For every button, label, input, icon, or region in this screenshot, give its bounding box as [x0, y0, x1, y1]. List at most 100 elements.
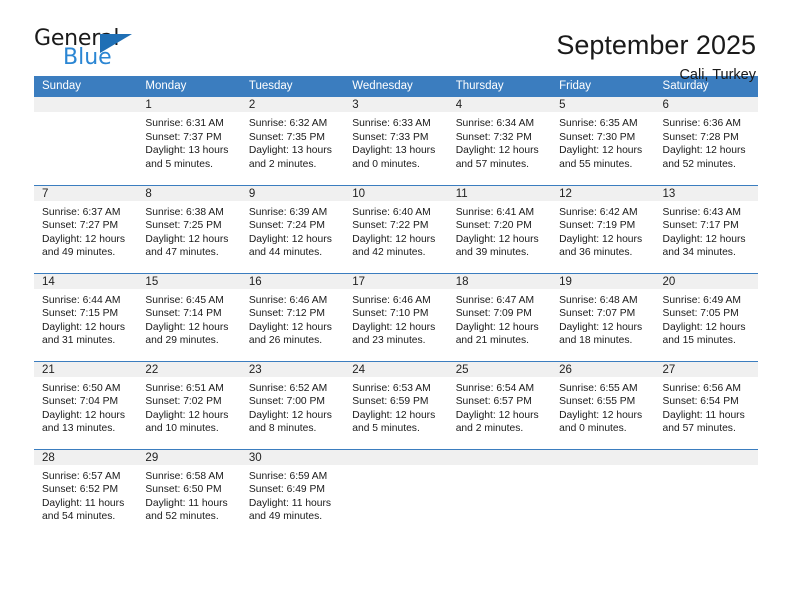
sunset-text: Sunset: 7:07 PM — [559, 308, 636, 320]
calendar-body: 1 Sunrise: 6:31 AM Sunset: 7:37 PM Daylight… — [34, 97, 758, 537]
calendar-day-cell[interactable]: 12 Sunrise: 6:42 AM Sunset: 7:19 PM Dayligh… — [551, 184, 655, 273]
daylight-text-line2: and 49 minutes. — [42, 247, 116, 259]
calendar-day-cell[interactable]: 4 Sunrise: 6:34 AM Sunset: 7:32 PM Daylight… — [447, 97, 552, 185]
sunset-text: Sunset: 7:09 PM — [455, 308, 532, 320]
day-number: 19 — [551, 273, 655, 289]
calendar-week-row: 28 Sunrise: 6:57 AM Sunset: 6:52 PM Dayligh… — [34, 448, 758, 537]
calendar-day-cell[interactable]: 10 Sunrise: 6:40 AM Sunset: 7:22 PM Dayligh… — [344, 184, 448, 273]
day-detail-lines: Sunrise: 6:50 AM Sunset: 7:04 PM Daylight:… — [34, 377, 137, 436]
calendar-day-cell[interactable]: 18 Sunrise: 6:47 AM Sunset: 7:09 PM Dayligh… — [447, 272, 552, 361]
page-title: September 2025 — [556, 30, 756, 60]
calendar-day-cell[interactable]: 14 Sunrise: 6:44 AM Sunset: 7:15 PM Dayligh… — [34, 272, 138, 361]
daylight-text-line2: and 29 minutes. — [145, 335, 219, 347]
calendar-day-cell[interactable]: 9 Sunrise: 6:39 AM Sunset: 7:24 PM Daylight… — [240, 184, 345, 273]
day-detail-lines: Sunrise: 6:54 AM Sunset: 6:57 PM Daylight:… — [448, 377, 551, 436]
daylight-text-line1: Daylight: 12 hours — [352, 321, 436, 333]
daylight-text-line2: and 57 minutes. — [662, 423, 736, 435]
sunset-text: Sunset: 6:59 PM — [352, 396, 429, 408]
daylight-text-line1: Daylight: 12 hours — [559, 145, 643, 157]
sunset-text: Sunset: 7:22 PM — [352, 220, 429, 232]
day-detail-lines: Sunrise: 6:46 AM Sunset: 7:12 PM Daylight:… — [241, 289, 344, 348]
calendar-day-cell[interactable]: 25 Sunrise: 6:54 AM Sunset: 6:57 PM Dayligh… — [447, 360, 552, 449]
day-number — [344, 449, 448, 465]
day-detail-lines: Sunrise: 6:35 AM Sunset: 7:30 PM Daylight:… — [551, 112, 654, 171]
calendar-day-cell[interactable]: 13 Sunrise: 6:43 AM Sunset: 7:17 PM Dayligh… — [654, 184, 758, 273]
day-number: 27 — [654, 361, 758, 377]
calendar-day-cell[interactable]: 27 Sunrise: 6:56 AM Sunset: 6:54 PM Dayligh… — [654, 360, 758, 449]
sunset-text: Sunset: 7:20 PM — [455, 220, 532, 232]
daylight-text-line1: Daylight: 13 hours — [145, 145, 229, 157]
calendar-day-cell[interactable]: 5 Sunrise: 6:35 AM Sunset: 7:30 PM Daylight… — [551, 97, 655, 185]
weekday-header-sunday: Sunday — [34, 76, 138, 97]
calendar-day-cell[interactable]: 24 Sunrise: 6:53 AM Sunset: 6:59 PM Dayligh… — [344, 360, 448, 449]
calendar-day-cell[interactable]: 17 Sunrise: 6:46 AM Sunset: 7:10 PM Dayligh… — [344, 272, 448, 361]
sunrise-text: Sunrise: 6:37 AM — [42, 206, 121, 218]
sunset-text: Sunset: 7:37 PM — [145, 131, 222, 143]
sunrise-text: Sunrise: 6:58 AM — [145, 470, 224, 482]
day-detail-lines: Sunrise: 6:37 AM Sunset: 7:27 PM Daylight:… — [34, 201, 137, 260]
calendar-day-cell[interactable]: 16 Sunrise: 6:46 AM Sunset: 7:12 PM Dayligh… — [240, 272, 345, 361]
daylight-text-line1: Daylight: 12 hours — [559, 409, 643, 421]
daylight-text-line2: and 8 minutes. — [248, 423, 317, 435]
day-number: 5 — [551, 97, 655, 112]
calendar-day-cell[interactable]: 30 Sunrise: 6:59 AM Sunset: 6:49 PM Dayligh… — [240, 448, 345, 537]
calendar-day-cell[interactable]: 29 Sunrise: 6:58 AM Sunset: 6:50 PM Dayligh… — [137, 448, 241, 537]
sunrise-text: Sunrise: 6:35 AM — [559, 118, 638, 129]
sunset-text: Sunset: 7:33 PM — [352, 131, 429, 143]
daylight-text-line1: Daylight: 12 hours — [559, 321, 643, 333]
daylight-text-line1: Daylight: 12 hours — [42, 409, 125, 421]
daylight-text-line1: Daylight: 12 hours — [248, 409, 332, 421]
weekday-header-thursday: Thursday — [447, 76, 552, 97]
calendar-day-cell[interactable]: 6 Sunrise: 6:36 AM Sunset: 7:28 PM Daylight… — [654, 97, 758, 185]
calendar-day-cell[interactable]: 26 Sunrise: 6:55 AM Sunset: 6:55 PM Dayligh… — [551, 360, 655, 449]
calendar-day-cell[interactable]: 3 Sunrise: 6:33 AM Sunset: 7:33 PM Daylight… — [344, 97, 448, 185]
day-detail-lines: Sunrise: 6:38 AM Sunset: 7:25 PM Daylight:… — [137, 201, 240, 260]
daylight-text-line1: Daylight: 12 hours — [455, 321, 539, 333]
sunset-text: Sunset: 6:50 PM — [145, 484, 222, 496]
day-number: 20 — [654, 273, 758, 289]
calendar-day-cell[interactable]: 19 Sunrise: 6:48 AM Sunset: 7:07 PM Dayligh… — [551, 272, 655, 361]
day-detail-lines: Sunrise: 6:52 AM Sunset: 7:00 PM Daylight:… — [241, 377, 344, 436]
sunset-text: Sunset: 7:05 PM — [662, 308, 739, 320]
sunrise-text: Sunrise: 6:45 AM — [145, 294, 224, 306]
calendar-day-cell[interactable]: 22 Sunrise: 6:51 AM Sunset: 7:02 PM Dayligh… — [137, 360, 241, 449]
day-detail-lines — [551, 465, 654, 470]
sunset-text: Sunset: 7:12 PM — [248, 308, 325, 320]
day-number: 30 — [240, 449, 345, 465]
calendar-day-cell[interactable]: 23 Sunrise: 6:52 AM Sunset: 7:00 PM Dayligh… — [240, 360, 345, 449]
sunrise-text: Sunrise: 6:44 AM — [42, 294, 121, 306]
calendar-day-cell[interactable]: 7 Sunrise: 6:37 AM Sunset: 7:27 PM Daylight… — [34, 184, 138, 273]
calendar-day-cell[interactable]: 11 Sunrise: 6:41 AM Sunset: 7:20 PM Dayligh… — [447, 184, 552, 273]
daylight-text-line2: and 52 minutes. — [145, 511, 219, 523]
daylight-text-line2: and 26 minutes. — [248, 335, 323, 347]
sunrise-text: Sunrise: 6:41 AM — [455, 206, 535, 218]
calendar-day-cell[interactable]: 2 Sunrise: 6:32 AM Sunset: 7:35 PM Daylight… — [240, 97, 345, 185]
daylight-text-line1: Daylight: 11 hours — [248, 497, 332, 509]
calendar-day-cell[interactable]: 15 Sunrise: 6:45 AM Sunset: 7:14 PM Dayligh… — [137, 272, 241, 361]
calendar-day-cell[interactable]: 1 Sunrise: 6:31 AM Sunset: 7:37 PM Daylight… — [137, 97, 241, 185]
calendar-day-cell[interactable]: 21 Sunrise: 6:50 AM Sunset: 7:04 PM Dayligh… — [34, 360, 138, 449]
calendar-day-cell[interactable]: 8 Sunrise: 6:38 AM Sunset: 7:25 PM Daylight… — [137, 184, 241, 273]
daylight-text-line2: and 23 minutes. — [352, 335, 426, 347]
day-number — [447, 449, 552, 465]
day-number: 3 — [344, 97, 448, 112]
sunset-text: Sunset: 7:27 PM — [42, 220, 119, 232]
sunrise-text: Sunrise: 6:46 AM — [248, 294, 328, 306]
sunrise-text: Sunrise: 6:54 AM — [455, 382, 535, 394]
day-detail-lines: Sunrise: 6:51 AM Sunset: 7:02 PM Daylight:… — [137, 377, 240, 436]
day-detail-lines: Sunrise: 6:33 AM Sunset: 7:33 PM Daylight:… — [344, 112, 447, 171]
day-number: 12 — [551, 185, 655, 201]
calendar-day-cell[interactable]: 28 Sunrise: 6:57 AM Sunset: 6:52 PM Dayligh… — [34, 448, 138, 537]
sunrise-text: Sunrise: 6:33 AM — [352, 118, 431, 129]
daylight-text-line2: and 5 minutes. — [352, 423, 420, 435]
day-number: 25 — [447, 361, 552, 377]
day-number: 11 — [447, 185, 552, 201]
day-detail-lines: Sunrise: 6:57 AM Sunset: 6:52 PM Daylight:… — [34, 465, 137, 524]
calendar-day-cell[interactable]: 20 Sunrise: 6:49 AM Sunset: 7:05 PM Dayligh… — [654, 272, 758, 361]
weekday-header-wednesday: Wednesday — [344, 76, 448, 97]
general-blue-logo[interactable]: General Blue — [34, 28, 144, 76]
daylight-text-line2: and 39 minutes. — [455, 247, 529, 259]
daylight-text-line1: Daylight: 12 hours — [662, 321, 746, 333]
daylight-text-line2: and 5 minutes. — [145, 158, 213, 170]
daylight-text-line1: Daylight: 11 hours — [662, 409, 745, 421]
